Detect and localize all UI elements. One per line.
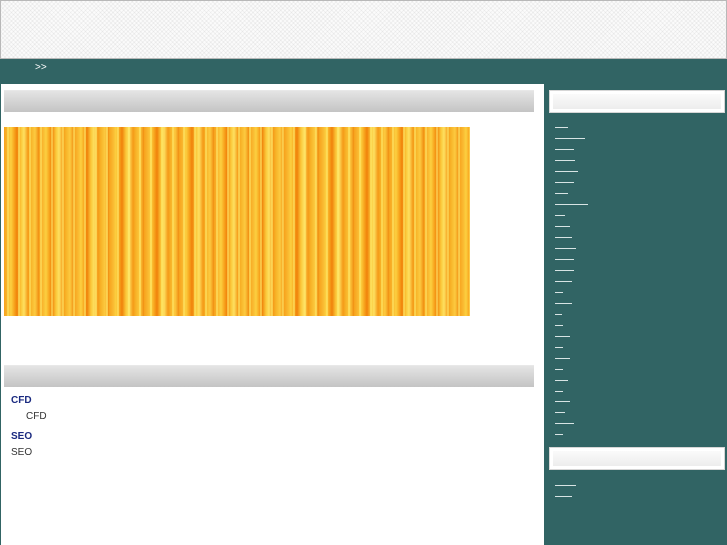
sidebar-link[interactable] bbox=[555, 204, 588, 205]
sidebar-link[interactable] bbox=[555, 248, 576, 249]
site-header bbox=[0, 0, 727, 59]
entry-text-cfd: CFD bbox=[26, 411, 47, 422]
sidebar-link[interactable] bbox=[555, 292, 563, 293]
sidebar-link[interactable] bbox=[555, 358, 570, 359]
sidebar-link[interactable] bbox=[555, 434, 563, 435]
section-header-entries bbox=[4, 365, 534, 387]
sidebar-link[interactable] bbox=[555, 193, 568, 194]
sidebar-link[interactable] bbox=[555, 215, 565, 216]
sidebar-link[interactable] bbox=[555, 237, 572, 238]
sidebar-link[interactable] bbox=[555, 314, 562, 315]
sidebar-link[interactable] bbox=[555, 160, 575, 161]
sidebar-link[interactable] bbox=[555, 226, 570, 227]
sidebar-link[interactable] bbox=[555, 127, 568, 128]
sidebar-box-bottom bbox=[549, 447, 725, 470]
sidebar-link[interactable] bbox=[555, 369, 563, 370]
main-content: CFD CFD SEO SEO bbox=[1, 84, 544, 545]
nav-bar bbox=[0, 59, 727, 83]
sidebar-link[interactable] bbox=[555, 412, 565, 413]
sidebar-link[interactable] bbox=[555, 138, 585, 139]
sidebar-link[interactable] bbox=[555, 325, 563, 326]
sidebar-link[interactable] bbox=[555, 182, 574, 183]
sidebar-link[interactable] bbox=[555, 380, 568, 381]
entry-title-seo[interactable]: SEO bbox=[11, 431, 32, 442]
entry-title-cfd[interactable]: CFD bbox=[11, 395, 32, 406]
sidebar-link[interactable] bbox=[555, 270, 574, 271]
banner-image bbox=[4, 127, 470, 316]
sidebar-link[interactable] bbox=[555, 171, 578, 172]
sidebar-link[interactable] bbox=[555, 391, 563, 392]
sidebar-link[interactable] bbox=[555, 303, 572, 304]
sidebar-link[interactable] bbox=[555, 336, 570, 337]
sidebar-link[interactable] bbox=[555, 423, 574, 424]
breadcrumb[interactable]: >> bbox=[35, 62, 47, 73]
sidebar-link[interactable] bbox=[555, 496, 572, 497]
sidebar-box-top bbox=[549, 90, 725, 113]
sidebar-link[interactable] bbox=[555, 259, 574, 260]
sidebar-link[interactable] bbox=[555, 149, 574, 150]
entry-text-seo: SEO bbox=[11, 447, 33, 458]
sidebar-link[interactable] bbox=[555, 401, 570, 402]
section-header-top bbox=[4, 90, 534, 112]
sidebar-link[interactable] bbox=[555, 281, 572, 282]
sidebar-link[interactable] bbox=[555, 485, 576, 486]
sidebar-link[interactable] bbox=[555, 347, 563, 348]
